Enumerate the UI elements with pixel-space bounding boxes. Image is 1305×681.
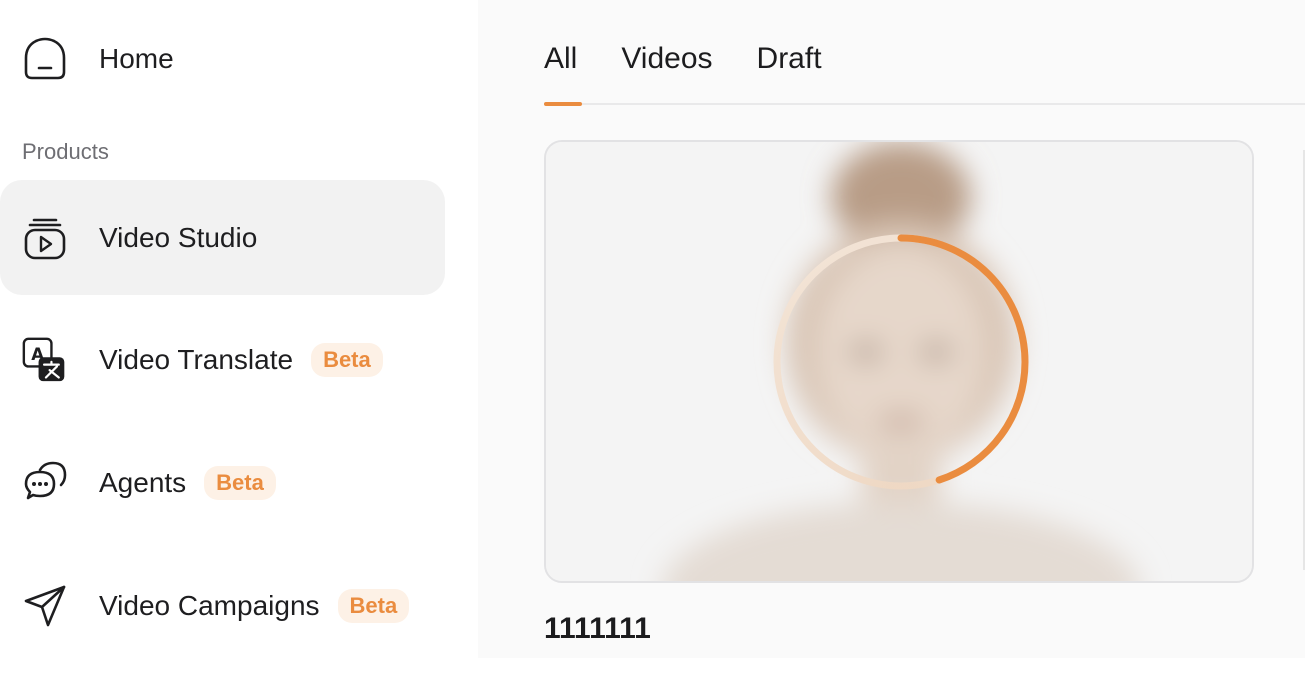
active-tab-indicator: [544, 102, 582, 106]
section-label-products: Products: [22, 139, 109, 164]
tab-all[interactable]: All: [544, 42, 577, 76]
sidebar-item-label: Video Studio: [99, 221, 258, 253]
sidebar-item-home[interactable]: Home: [0, 34, 445, 84]
sidebar-item-video-translate[interactable]: A Video Translate Beta: [0, 335, 445, 385]
tab-bar: All Videos Draft: [544, 42, 866, 76]
sidebar-item-label: Home: [99, 43, 174, 74]
sidebar-item-video-studio[interactable]: Video Studio: [0, 180, 445, 295]
sidebar-item-label: Video Translate Beta: [99, 343, 383, 377]
sidebar-item-text: Video Campaigns: [99, 590, 320, 621]
paper-plane-icon: [22, 583, 68, 629]
beta-badge: Beta: [204, 466, 276, 500]
sidebar-item-agents[interactable]: Agents Beta: [0, 458, 445, 508]
beta-badge: Beta: [337, 589, 410, 623]
tab-draft[interactable]: Draft: [757, 42, 822, 76]
sidebar-item-video-campaigns[interactable]: Video Campaigns Beta: [0, 581, 445, 631]
sidebar-item-text: Video Translate: [99, 344, 294, 375]
page-footer-strip: [478, 658, 1305, 681]
chat-bubbles-icon: [22, 460, 68, 506]
sidebar-item-label: Video Campaigns Beta: [99, 589, 410, 623]
home-icon: [22, 36, 68, 82]
sidebar-item-label: Agents Beta: [99, 466, 276, 500]
tab-videos[interactable]: Videos: [621, 42, 712, 76]
sidebar-item-text: Agents: [99, 467, 187, 498]
sidebar: Home Products Video Studio A Video Trans…: [0, 0, 478, 681]
video-title: 1111111: [544, 612, 651, 645]
video-stack-icon: [22, 215, 68, 261]
tab-divider: [544, 103, 1305, 105]
video-card[interactable]: [544, 140, 1254, 583]
translate-icon: A: [22, 337, 68, 383]
beta-badge: Beta: [311, 343, 383, 377]
video-thumbnail: [546, 142, 1252, 581]
main-content: All Videos Draft 1111111: [478, 0, 1305, 658]
